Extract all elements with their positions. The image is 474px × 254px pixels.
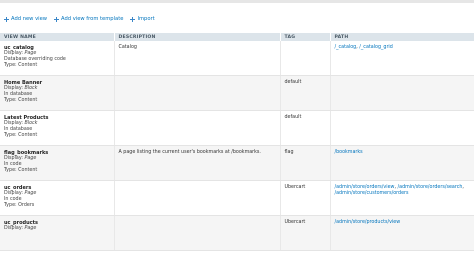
display-label: Display: [4, 51, 23, 56]
view-tag: flag [280, 145, 331, 181]
display-type: Page [24, 191, 37, 196]
path-link[interactable]: /_catalog [335, 45, 357, 50]
view-description: A page listing the current user's bookma… [114, 145, 281, 181]
add-view-from-template-label: Add view from template [61, 16, 124, 22]
table-row: uc_catalog Display: Page Database overri… [0, 41, 474, 76]
plus-icon [130, 16, 136, 22]
import-link[interactable]: Import [130, 16, 155, 22]
view-tag: Ubercart [280, 215, 331, 251]
display-type: Block [24, 121, 38, 126]
view-paths: /bookmarks [330, 145, 474, 181]
path-link[interactable]: /_catalog_grid [359, 45, 393, 50]
table-row: uc_products Display: Page Ubercart /admi… [0, 215, 474, 251]
view-description [114, 180, 281, 216]
view-type: Type: Content [4, 63, 38, 68]
import-label: Import [137, 16, 155, 22]
display-type: Page [24, 226, 37, 231]
view-description [114, 215, 281, 251]
add-new-view-link[interactable]: Add new view [4, 16, 47, 22]
view-tag [280, 41, 331, 76]
view-tag: default [280, 110, 331, 146]
display-label: Display: [4, 121, 23, 126]
column-header-path[interactable]: PATH [330, 33, 474, 41]
column-header-view-name[interactable]: VIEW NAME [0, 33, 115, 41]
table-row: flag_bookmarks Display: Page In code Typ… [0, 145, 474, 181]
top-border [0, 0, 474, 3]
add-new-view-label: Add new view [11, 16, 48, 22]
add-view-from-template-link[interactable]: Add view from template [54, 16, 123, 22]
view-type: Type: Content [4, 168, 38, 173]
view-type: Type: Content [4, 133, 38, 138]
display-label: Display: [4, 226, 23, 231]
view-type: Type: Content [4, 98, 38, 103]
display-label: Display: [4, 191, 23, 196]
plus-icon [54, 16, 60, 22]
view-name-cell: uc_orders Display: Page In code Type: Or… [0, 180, 115, 216]
path-link[interactable]: /admin/store/products/view [335, 220, 401, 225]
view-paths [330, 75, 474, 111]
table-header-row: VIEW NAME DESCRIPTION TAG PATH [0, 33, 474, 41]
view-display: Display: Page [4, 226, 110, 232]
views-table: VIEW NAME DESCRIPTION TAG PATH uc_catalo… [0, 33, 474, 251]
display-type: Page [24, 51, 37, 56]
view-name-cell: flag_bookmarks Display: Page In code Typ… [0, 145, 115, 181]
table-row: Home Banner Display: Block In database T… [0, 75, 474, 111]
view-type: Type: Orders [4, 203, 35, 208]
path-separator: , [462, 185, 464, 190]
view-name-cell: uc_catalog Display: Page Database overri… [0, 41, 115, 76]
view-paths: /_catalog, /_catalog_grid [330, 41, 474, 76]
table-row: uc_orders Display: Page In code Type: Or… [0, 180, 474, 216]
view-name-cell: Latest Products Display: Block In databa… [0, 110, 115, 146]
path-link[interactable]: /admin/store/customers/orders [335, 191, 409, 196]
view-tag: default [280, 75, 331, 111]
display-label: Display: [4, 156, 23, 161]
view-paths [330, 110, 474, 146]
view-paths: /admin/store/orders/view, /admin/store/o… [330, 180, 474, 216]
column-header-tag[interactable]: TAG [280, 33, 331, 41]
path-link[interactable]: /bookmarks [335, 150, 363, 155]
path-link[interactable]: /admin/store/orders/search [398, 185, 463, 190]
display-type: Page [24, 156, 37, 161]
view-description: Catalog [114, 41, 281, 76]
view-name-cell: Home Banner Display: Block In database T… [0, 75, 115, 111]
table-row: Latest Products Display: Block In databa… [0, 110, 474, 146]
view-description [114, 75, 281, 111]
view-name-cell: uc_products Display: Page [0, 215, 115, 251]
view-tag: Ubercart [280, 180, 331, 216]
view-description [114, 110, 281, 146]
view-actions: Add new view Add view from template Impo… [4, 15, 162, 23]
column-header-description[interactable]: DESCRIPTION [114, 33, 281, 41]
display-type: Block [24, 86, 38, 91]
view-paths: /admin/store/products/view [330, 215, 474, 251]
display-label: Display: [4, 86, 23, 91]
path-link[interactable]: /admin/store/orders/view [335, 185, 395, 190]
plus-icon [4, 16, 9, 22]
